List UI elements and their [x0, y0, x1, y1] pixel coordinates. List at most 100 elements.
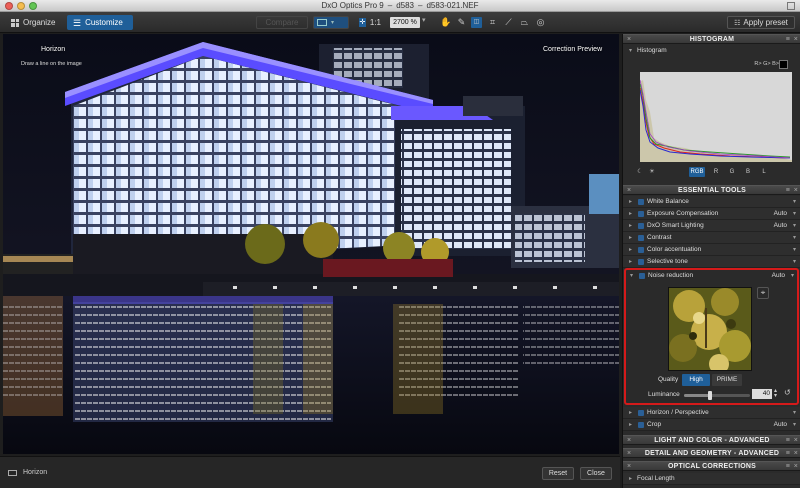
chevron-down-icon[interactable]: ▾	[791, 270, 794, 282]
close-icon[interactable]: ×	[794, 436, 798, 446]
zoom-dropdown-icon[interactable]: ▾	[422, 16, 426, 24]
menu-icon[interactable]: ≡	[786, 186, 790, 196]
enable-checkbox[interactable]	[639, 273, 645, 279]
histogram-subheader[interactable]: ▾ Histogram	[623, 46, 800, 56]
chevron-down-icon[interactable]: ▾	[793, 244, 796, 256]
apply-preset-button[interactable]: ☷ Apply preset	[727, 16, 795, 29]
chevron-down-icon[interactable]: ▾	[793, 196, 796, 208]
noise-preview-thumbnail[interactable]	[668, 287, 752, 371]
compare-button[interactable]: Compare	[256, 16, 308, 29]
chevron-down-icon[interactable]: ▾	[793, 232, 796, 244]
histogram-mode-rgb[interactable]: RGB	[689, 167, 705, 177]
luminance-value-input[interactable]: 40	[752, 389, 772, 399]
split-view-button[interactable]: ▾	[313, 16, 349, 29]
red-eye-icon[interactable]: ◎	[535, 17, 546, 28]
histogram-mode-b[interactable]: B	[743, 167, 753, 177]
histogram-header[interactable]: × HISTOGRAM ≡ ×	[623, 34, 800, 44]
zoom-input[interactable]: 2700 %	[390, 17, 420, 28]
shadow-clip-icon[interactable]: ☾	[635, 167, 645, 177]
tab-customize[interactable]: ☰ Customize	[67, 15, 133, 30]
clipping-color-swatch[interactable]	[779, 60, 788, 69]
window-title: DxO Optics Pro 9– d583– d583-021.NEF	[321, 1, 479, 10]
enable-checkbox[interactable]	[638, 235, 644, 241]
tool-bottom-bar: Horizon Reset Close	[0, 456, 620, 488]
collapse-icon[interactable]: ×	[627, 35, 631, 45]
reset-to-default-icon[interactable]: ↺	[784, 388, 791, 397]
enable-checkbox[interactable]	[638, 211, 644, 217]
chevron-down-icon[interactable]: ▾	[793, 208, 796, 220]
split-view-icon	[317, 19, 327, 26]
close-icon[interactable]: ×	[794, 35, 798, 45]
main-toolbar: Organize ☰ Customize Compare ▾ ✛ 1:1 270…	[0, 12, 800, 33]
collapse-icon[interactable]: ×	[627, 449, 631, 459]
close-icon[interactable]: ×	[794, 462, 798, 472]
viewer-hint: Draw a line on the image	[21, 61, 82, 67]
rgb-channel-toggles[interactable]: R> G> B>	[754, 61, 779, 67]
quality-high-button[interactable]: High	[682, 374, 710, 386]
tool-row-white-balance[interactable]: ▸ White Balance ▾	[623, 196, 800, 208]
quality-label: Quality	[658, 376, 679, 383]
histogram-mode-g[interactable]: G	[727, 167, 737, 177]
enable-checkbox[interactable]	[638, 199, 644, 205]
tool-row-crop[interactable]: ▸ Crop Auto ▾	[623, 419, 800, 431]
menu-icon[interactable]: ≡	[786, 462, 790, 472]
enable-checkbox[interactable]	[638, 422, 644, 428]
enable-checkbox[interactable]	[638, 410, 644, 416]
reset-button[interactable]: Reset	[542, 467, 574, 480]
tool-row-contrast[interactable]: ▸ Contrast ▾	[623, 232, 800, 244]
chevron-down-icon[interactable]: ▾	[793, 407, 796, 419]
histogram-mode-l[interactable]: L	[759, 167, 769, 177]
zoom-1-1-button[interactable]: ✛ 1:1	[353, 16, 387, 29]
collapse-icon[interactable]: ×	[627, 462, 631, 472]
tool-row-color-accentuation[interactable]: ▸ Color accentuation ▾	[623, 244, 800, 256]
tool-row-focal-length[interactable]: ▸ Focal Length	[623, 473, 800, 485]
tool-row-smart-lighting[interactable]: ▸ DxO Smart Lighting Auto ▾	[623, 220, 800, 232]
enable-checkbox[interactable]	[638, 223, 644, 229]
triangle-right-icon: ▸	[629, 223, 633, 229]
menu-icon[interactable]: ≡	[786, 35, 790, 45]
triangle-right-icon: ▸	[629, 259, 633, 265]
white-balance-icon[interactable]: ◫	[471, 17, 482, 28]
menu-icon[interactable]: ≡	[786, 449, 790, 459]
enable-checkbox[interactable]	[638, 247, 644, 253]
collapse-icon[interactable]: ×	[627, 186, 631, 196]
light-color-advanced-header[interactable]: × LIGHT AND COLOR - ADVANCED ≡ ×	[623, 435, 800, 445]
photo-night-harbour	[3, 34, 619, 454]
optical-corrections-header[interactable]: × OPTICAL CORRECTIONS ≡ ×	[623, 461, 800, 471]
tool-row-selective-tone[interactable]: ▸ Selective tone ▾	[623, 256, 800, 268]
tool-palette-panel: × HISTOGRAM ≡ × ▾ Histogram R> G> B> ☾ ☀…	[622, 34, 800, 488]
menu-icon[interactable]: ≡	[786, 436, 790, 446]
collapse-icon[interactable]: ×	[627, 436, 631, 446]
perspective-icon[interactable]: ⏢	[519, 17, 530, 28]
horizon-icon[interactable]: ⟋	[503, 17, 514, 28]
essential-tools-header[interactable]: × ESSENTIAL TOOLS ≡ ×	[623, 185, 800, 195]
tool-row-horizon-perspective[interactable]: ▸ Horizon / Perspective ▾	[623, 407, 800, 419]
chevron-down-icon[interactable]: ▾	[793, 220, 796, 232]
fullscreen-icon[interactable]	[787, 2, 795, 10]
chevron-down-icon[interactable]: ▾	[793, 419, 796, 431]
quality-prime-button[interactable]: PRIME	[712, 374, 742, 386]
luminance-stepper[interactable]: ▴ ▾	[774, 388, 777, 399]
active-tool-indicator: Horizon	[8, 469, 47, 476]
highlight-clip-icon[interactable]: ☀	[647, 167, 657, 177]
eyedropper-icon[interactable]: ✎	[456, 17, 467, 28]
tool-row-exposure-compensation[interactable]: ▸ Exposure Compensation Auto ▾	[623, 208, 800, 220]
detail-geometry-advanced-header[interactable]: × DETAIL AND GEOMETRY - ADVANCED ≡ ×	[623, 448, 800, 458]
tab-organize[interactable]: Organize	[5, 15, 63, 30]
close-icon[interactable]: ×	[794, 449, 798, 459]
luminance-slider[interactable]	[684, 391, 750, 400]
close-icon[interactable]: ×	[794, 186, 798, 196]
window-title-bar: DxO Optics Pro 9– d583– d583-021.NEF	[0, 0, 800, 12]
crosshair-icon[interactable]: ⌖	[757, 287, 769, 299]
crop-icon[interactable]: ⌗	[487, 17, 498, 28]
image-viewer[interactable]: Horizon Draw a line on the image Correct…	[3, 34, 619, 454]
enable-checkbox[interactable]	[638, 259, 644, 265]
close-button[interactable]: Close	[580, 467, 612, 480]
luminance-slider-handle[interactable]	[708, 391, 713, 400]
luminance-label: Luminance	[648, 391, 680, 398]
histogram-mode-r[interactable]: R	[711, 167, 721, 177]
chevron-down-icon[interactable]: ▾	[793, 256, 796, 268]
tool-row-noise-reduction[interactable]: ▾ Noise reduction Auto ▾	[626, 270, 797, 282]
zoom-fit-icon: ✛	[359, 18, 366, 27]
hand-icon[interactable]: ✋	[440, 17, 451, 28]
